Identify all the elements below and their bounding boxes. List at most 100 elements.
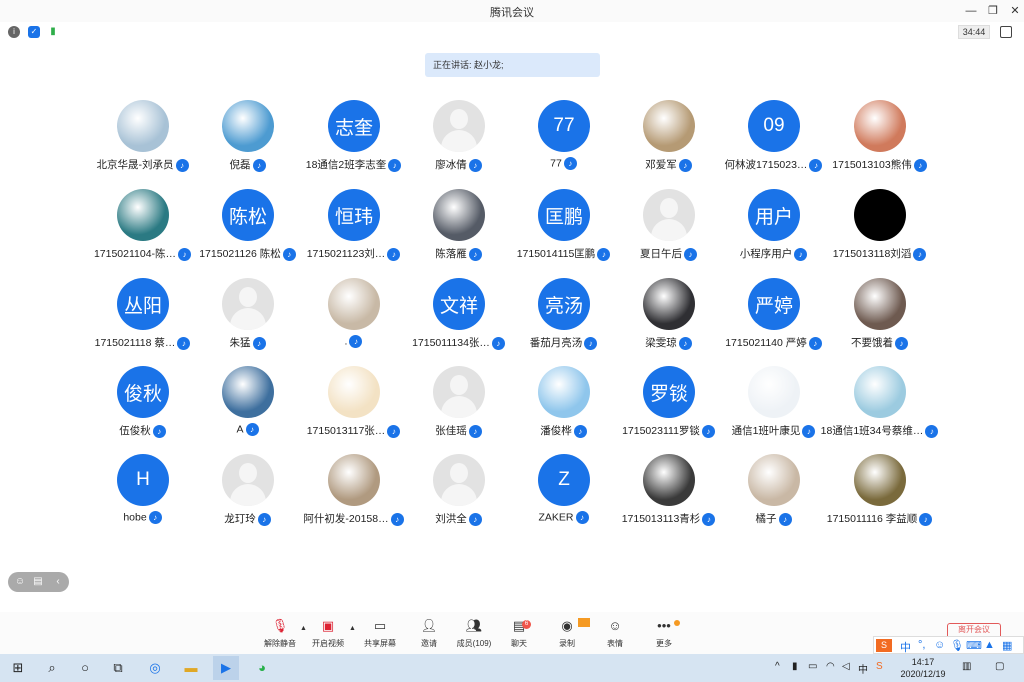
participant-tile[interactable]: 刘洪全 ♪ (406, 454, 511, 534)
participant-tile[interactable]: 丛阳 1715021118 蔡… ♪ (90, 278, 195, 358)
participant-tile[interactable]: 1715013113青杉 ♪ (616, 454, 721, 534)
participant-name: 1715021126 陈松 (199, 248, 281, 260)
participant-tile[interactable]: 夏日午后 ♪ (616, 189, 721, 269)
taskbar-clock[interactable]: 14:17 2020/12/19 (890, 656, 956, 680)
file-explorer-icon[interactable]: ▬ (183, 660, 199, 676)
participant-tile[interactable]: 张佳瑶 ♪ (406, 366, 511, 446)
participant-tile[interactable]: A ♪ (195, 366, 300, 446)
floating-controls[interactable]: ☺ ▤ ‹ (8, 572, 69, 592)
participant-tile[interactable]: 廖冰倩 ♪ (406, 100, 511, 180)
participant-avatar (854, 100, 906, 152)
collapse-icon[interactable]: ‹ (51, 575, 65, 589)
participant-tile[interactable]: 俊秋 伍俊秋 ♪ (90, 366, 195, 446)
participant-tile[interactable]: 恒玮 1715021123刘… ♪ (301, 189, 406, 269)
ime-keyboard-icon[interactable]: ⌨ (966, 639, 982, 652)
participant-tile[interactable]: 倪磊 ♪ (195, 100, 300, 180)
unmute-button[interactable]: 🎙︎ 解除静音 (257, 618, 303, 649)
participant-name: 1715021140 严婷 (725, 337, 807, 349)
participant-name: 1715021123刘… (306, 248, 386, 260)
task-view-icon[interactable]: ⧉ (110, 660, 126, 676)
cortana-icon[interactable]: ○ (77, 660, 93, 676)
wifi-icon[interactable]: ◠ (826, 661, 835, 672)
participant-tile[interactable]: 通信1班叶康见 ♪ (721, 366, 826, 446)
participant-name-row: 18通信1班34号蔡维… ♪ (815, 423, 944, 438)
tray-expand-icon[interactable]: ^ (775, 661, 780, 672)
participant-tile[interactable]: 不要饿着 ♪ (827, 278, 932, 358)
participant-tile[interactable]: 09 何林波1715023… ♪ (721, 100, 826, 180)
reactions-button[interactable]: ☺ 表情 (592, 618, 638, 649)
minimize-button[interactable]: — (960, 3, 982, 19)
participant-tile[interactable]: 北京华晟-刘承员 ♪ (90, 100, 195, 180)
leave-meeting-button[interactable]: 离开会议 (947, 623, 1001, 637)
participant-tile[interactable]: 用户 小程序用户 ♪ (721, 189, 826, 269)
wechat-icon[interactable]: ◕ (254, 660, 270, 676)
participant-tile[interactable]: 严婷 1715021140 严婷 ♪ (721, 278, 826, 358)
participant-tile[interactable]: Hhobe ♪ (90, 454, 195, 534)
invite-button[interactable]: 👤︎ 邀请 (406, 618, 452, 649)
participant-tile[interactable]: . ♪ (301, 278, 406, 358)
signal-icon[interactable]: ▮ (47, 26, 59, 38)
search-icon[interactable]: ⌕ (44, 660, 60, 676)
taskbar-app-icon[interactable]: ▥ (962, 661, 971, 672)
start-video-button[interactable]: ▣ 开启视频 (305, 618, 351, 649)
ime-punct[interactable]: °, (918, 639, 925, 651)
participant-tile[interactable]: 陈落雁 ♪ (406, 189, 511, 269)
participant-tile[interactable]: 1715013103熊伟 ♪ (827, 100, 932, 180)
face-icon[interactable]: ☺ (13, 575, 27, 589)
participant-tile[interactable]: 陈松 1715021126 陈松 ♪ (195, 189, 300, 269)
more-button[interactable]: ••• 更多 (641, 618, 687, 649)
participant-tile[interactable]: 亮汤 番茄月亮汤 ♪ (511, 278, 616, 358)
ime-bar[interactable]: S 中 °, ☺ 🎙︎ ⌨ ▲ ▦ (873, 636, 1024, 654)
ime-skin-icon[interactable]: ▲ (984, 639, 995, 651)
participant-tile[interactable]: 18通信1班34号蔡维… ♪ (821, 366, 939, 446)
ime-voice-icon[interactable]: 🎙︎ (950, 639, 964, 652)
participant-tile[interactable]: 龙玎玲 ♪ (195, 454, 300, 534)
edge-browser-icon[interactable]: ◎ (147, 660, 163, 676)
participant-tile[interactable]: 1715013117张… ♪ (301, 366, 406, 446)
ime-emoji-icon[interactable]: ☺ (934, 639, 945, 651)
participant-tile[interactable]: 邓爱军 ♪ (616, 100, 721, 180)
participant-tile[interactable]: 1715021104-陈… ♪ (90, 189, 195, 269)
participant-avatar (643, 454, 695, 506)
mic-icon: ♪ (573, 424, 587, 438)
participant-avatar: 亮汤 (538, 278, 590, 330)
fullscreen-icon[interactable] (1000, 26, 1012, 38)
members-button[interactable]: 👥︎ 成员(109) (451, 618, 497, 649)
close-button[interactable]: ✕ (1004, 3, 1024, 19)
tencent-meeting-taskbar-icon[interactable]: ▶ (213, 656, 239, 680)
more-dots-icon: ••• (657, 618, 671, 633)
participant-tile[interactable]: Z ZAKER ♪ (511, 454, 616, 534)
volume-icon[interactable]: ◁ (842, 661, 850, 672)
share-screen-button[interactable]: ▭ 共享屏幕 (357, 618, 403, 649)
participant-tile[interactable]: 志奎 18通信2班李志奎 ♪ (301, 100, 406, 180)
participant-tile[interactable]: 1715013118刘滔 ♪ (827, 189, 932, 269)
video-options-caret[interactable]: ▲ (349, 625, 356, 632)
chat-bubble-icon[interactable]: ▤ (31, 575, 45, 589)
participant-tile[interactable]: 罗锬 1715023111罗锬 ♪ (616, 366, 721, 446)
participant-tile[interactable]: 朱猛 ♪ (195, 278, 300, 358)
tray-lang[interactable]: 中 (858, 661, 868, 676)
participant-tile[interactable]: 潘俊桦 ♪ (511, 366, 616, 446)
restore-button[interactable]: ❐ (982, 3, 1004, 19)
chat-button[interactable]: ▤ 聊天 (496, 618, 542, 649)
participant-tile[interactable]: 1715011116 李益顺 ♪ (827, 454, 933, 534)
tray-sogou-icon[interactable]: S (876, 661, 883, 672)
participant-avatar (854, 366, 906, 418)
participant-tile[interactable]: 阿什初发-20158… ♪ (301, 454, 406, 534)
battery-icon[interactable]: ▭ (808, 661, 817, 672)
ime-lang[interactable]: 中 (900, 639, 911, 655)
participant-name-row: 1715013103熊伟 ♪ (815, 157, 944, 172)
participant-tile[interactable]: 文祥 1715011134张… ♪ (406, 278, 511, 358)
windows-start-icon[interactable]: ⊞ (10, 660, 26, 676)
tray-mic-icon[interactable]: ▮ (792, 661, 798, 672)
participant-name: 18通信1班34号蔡维… (820, 425, 924, 437)
participant-tile[interactable]: 橘子 ♪ (721, 454, 826, 534)
security-shield-icon[interactable]: ✓ (28, 26, 40, 38)
participant-tile[interactable]: 匡鹏 1715014115匡鹏 ♪ (511, 189, 616, 269)
participant-tile[interactable]: 梁雯琼 ♪ (616, 278, 721, 358)
notification-icon[interactable]: ▢ (995, 661, 1004, 672)
mic-icon: ♪ (584, 336, 598, 350)
info-icon[interactable]: i (8, 26, 20, 38)
participant-tile[interactable]: 77 77 ♪ (511, 100, 616, 180)
ime-tools-icon[interactable]: ▦ (1002, 639, 1012, 652)
